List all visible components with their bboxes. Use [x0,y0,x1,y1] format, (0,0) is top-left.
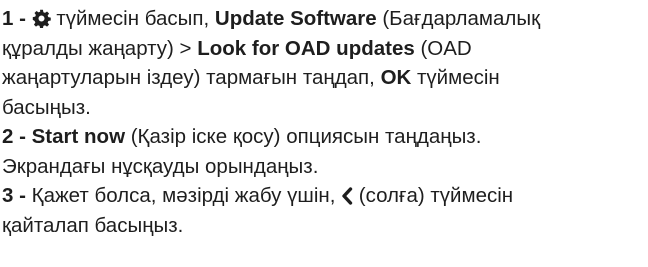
step-1-line-2: құралды жаңарту) > Look for OAD updates … [2,34,648,64]
step-1-text-7: басыңыз. [2,95,91,119]
step-2-line-2: Экрандағы нұсқауды орындаңыз. [2,152,648,182]
step-3-line-1: 3 - Қажет болса, мәзірді жабу үшін, (сол… [2,181,648,211]
step-3-text-1: Қажет болса, мәзірді жабу үшін, [31,184,342,207]
step-2-text-1: (Қазір іске қосу) опциясын таңдаңыз. [125,125,482,148]
step-1-line-1: 1 - түймесін басып, Update Software (Бағ… [2,4,648,34]
step-3-separator: - [13,184,32,207]
ok-label: OK [380,66,412,89]
step-3-number: 3 [2,184,14,207]
chevron-left-icon [341,187,353,205]
gear-icon [32,9,51,28]
step-2-number: 2 [2,125,14,148]
step-2-text-2: Экрандағы нұсқауды орындаңыз. [2,154,319,178]
step-1-separator: - [13,7,32,30]
step-1-text-3: құралды жаңарту) > [2,36,198,60]
look-for-oad-updates-label: Look for OAD updates [197,36,415,60]
step-2-separator: - [13,125,32,148]
step-1-text-6: түймесін [411,66,500,89]
step-1-text-4: (OAD [414,36,472,60]
step-3-line-2: қайталап басыңыз. [2,211,648,241]
step-1-number: 1 [2,7,14,30]
step-2-line-1: 2 - Start now (Қазір іске қосу) опциясын… [2,122,648,152]
update-software-label: Update Software [214,7,377,30]
step-1-text-1: түймесін басып, [50,7,215,30]
step-1-line-3: жаңартуларын іздеу) тармағын таңдап, OK … [2,63,648,93]
step-1-line-4: басыңыз. [2,93,648,123]
step-3-text-2: (солға) түймесін [353,184,514,207]
step-1-text-5: жаңартуларын іздеу) тармағын таңдап, [2,66,381,89]
start-now-label: Start now [31,125,126,148]
instructions-document: 1 - түймесін басып, Update Software (Бағ… [0,0,648,240]
step-3-text-3: қайталап басыңыз. [2,213,184,237]
step-1-text-2: (Бағдарламалық [376,7,541,30]
